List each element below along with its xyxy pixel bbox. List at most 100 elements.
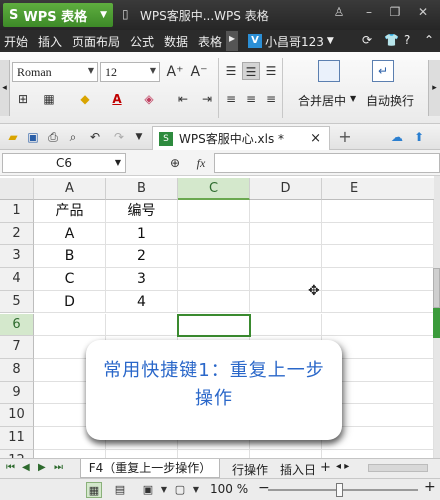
align-top-icon[interactable]: ☰ bbox=[222, 62, 240, 80]
font-color-icon[interactable]: A bbox=[108, 90, 126, 108]
grid-cell[interactable] bbox=[322, 245, 434, 269]
row-header[interactable]: 1 bbox=[0, 200, 34, 223]
close-window-icon[interactable]: ✕ bbox=[412, 5, 434, 23]
merge-center-icon[interactable] bbox=[318, 60, 340, 82]
wrap-text-icon[interactable]: ↵ bbox=[372, 60, 394, 82]
grid-cell[interactable] bbox=[34, 313, 106, 337]
reading-mode-icon[interactable]: ▢ bbox=[172, 482, 188, 498]
grid-cell[interactable] bbox=[178, 200, 250, 223]
skin-icon[interactable]: 👕 bbox=[384, 33, 399, 47]
document-tab[interactable]: S WPS客服中心.xls * × bbox=[152, 126, 330, 150]
grid-cell[interactable] bbox=[250, 313, 322, 337]
menu-data[interactable]: 数据 bbox=[164, 33, 188, 50]
row-header[interactable]: 6 bbox=[0, 313, 34, 337]
select-all-corner[interactable] bbox=[0, 178, 34, 200]
font-name-select[interactable]: Roman ▼ bbox=[12, 62, 98, 82]
chevron-down-icon[interactable]: ▼ bbox=[188, 482, 204, 498]
grid-cell[interactable] bbox=[250, 449, 322, 458]
row-header[interactable]: 2 bbox=[0, 222, 34, 246]
grid-cell[interactable] bbox=[106, 449, 178, 458]
grid-cell[interactable]: 产品 bbox=[34, 200, 106, 223]
column-header-e[interactable]: E bbox=[322, 178, 434, 200]
share-icon[interactable]: ⬆ bbox=[410, 128, 428, 146]
grid-cell[interactable] bbox=[322, 449, 434, 458]
grid-cell[interactable] bbox=[322, 268, 434, 291]
menu-scroll-right-icon[interactable]: ▸ bbox=[226, 31, 238, 51]
menu-formula[interactable]: 公式 bbox=[130, 33, 154, 50]
row-header[interactable]: 4 bbox=[0, 268, 34, 291]
grid-cell[interactable] bbox=[250, 200, 322, 223]
minimize-icon[interactable]: – bbox=[358, 5, 380, 23]
column-header-d[interactable]: D bbox=[250, 178, 322, 200]
indent-increase-icon[interactable]: ⇥ bbox=[198, 90, 216, 108]
normal-view-icon[interactable]: ▦ bbox=[86, 482, 102, 498]
align-left-icon[interactable]: ≡ bbox=[222, 90, 240, 108]
border-style-icon[interactable]: ▦ bbox=[40, 90, 58, 108]
search-function-icon[interactable]: ⊕ bbox=[166, 154, 184, 172]
new-tab-icon[interactable]: + bbox=[336, 128, 354, 146]
row-header[interactable]: 10 bbox=[0, 404, 34, 427]
grid-cell[interactable] bbox=[106, 313, 178, 337]
grid-cell[interactable] bbox=[178, 268, 250, 291]
grid-cell[interactable] bbox=[178, 290, 250, 314]
last-sheet-icon[interactable]: ⏭ bbox=[54, 462, 63, 473]
row-header[interactable]: 9 bbox=[0, 381, 34, 405]
zoom-slider[interactable] bbox=[268, 489, 418, 491]
insert-function-button[interactable]: fx bbox=[192, 154, 210, 172]
align-right-icon[interactable]: ≡ bbox=[262, 90, 280, 108]
print-preview-icon[interactable]: ⌕ bbox=[64, 128, 82, 146]
help-icon[interactable]: ? bbox=[404, 33, 410, 47]
grid-cell[interactable]: 2 bbox=[106, 245, 178, 269]
borders-icon[interactable]: ⊞ bbox=[14, 90, 32, 108]
grid-cell[interactable]: A bbox=[34, 222, 106, 246]
grid-cell[interactable]: D bbox=[34, 290, 106, 314]
grid-cell[interactable] bbox=[178, 222, 250, 246]
menu-table[interactable]: 表格 bbox=[198, 33, 222, 50]
grid-cell[interactable]: C bbox=[34, 268, 106, 291]
increase-font-icon[interactable]: A⁺ bbox=[166, 63, 184, 81]
align-center-icon[interactable]: ≡ bbox=[242, 90, 260, 108]
row-header[interactable]: 3 bbox=[0, 245, 34, 269]
clear-format-icon[interactable]: ◈ bbox=[140, 90, 158, 108]
zoom-slider-thumb[interactable] bbox=[336, 483, 343, 497]
sheet-tab-active[interactable]: F4（重复上一步操作） bbox=[80, 459, 220, 478]
app-menu-button[interactable]: S WPS 表格 ▼ bbox=[3, 3, 113, 27]
sync-icon[interactable]: ⟳ bbox=[362, 33, 372, 47]
grid-cell[interactable] bbox=[178, 245, 250, 269]
zoom-out-icon[interactable]: − bbox=[258, 480, 270, 496]
align-middle-icon[interactable]: ☰ bbox=[242, 62, 260, 80]
grid-cell[interactable]: 3 bbox=[106, 268, 178, 291]
first-sheet-icon[interactable]: ⏮ bbox=[6, 462, 15, 473]
row-header[interactable]: 7 bbox=[0, 336, 34, 359]
row-header[interactable]: 12 bbox=[0, 449, 34, 458]
menu-insert[interactable]: 插入 bbox=[38, 33, 62, 50]
grid-cell[interactable] bbox=[322, 290, 434, 314]
grid-cell[interactable] bbox=[250, 222, 322, 246]
merge-center-button[interactable]: 合并居中 bbox=[298, 92, 346, 109]
vertical-scroll-thumb[interactable] bbox=[433, 268, 440, 308]
decrease-font-icon[interactable]: A⁻ bbox=[190, 63, 208, 81]
collapse-ribbon-icon[interactable]: ⌃ bbox=[424, 33, 434, 47]
grid-cell[interactable]: B bbox=[34, 245, 106, 269]
next-sheet-icon[interactable]: ▶ bbox=[38, 462, 46, 473]
page-layout-view-icon[interactable]: ▤ bbox=[112, 482, 128, 498]
sheet-scroll-icon[interactable]: ◂ ▸ bbox=[336, 461, 349, 472]
indent-decrease-icon[interactable]: ⇤ bbox=[174, 90, 192, 108]
undo-icon[interactable]: ↶ bbox=[86, 128, 104, 146]
open-folder-icon[interactable]: ▰ bbox=[4, 128, 22, 146]
row-header[interactable]: 8 bbox=[0, 358, 34, 382]
redo-icon[interactable]: ↷ bbox=[110, 128, 128, 146]
ribbon-scroll-left-icon[interactable]: ◂ bbox=[0, 60, 10, 116]
grid-cell[interactable] bbox=[322, 313, 434, 337]
menu-page-layout[interactable]: 页面布局 bbox=[72, 33, 120, 50]
restore-icon[interactable]: ❐ bbox=[384, 5, 406, 23]
print-icon[interactable]: ⎙ bbox=[44, 128, 62, 146]
grid-cell[interactable] bbox=[322, 200, 434, 223]
name-box[interactable]: C6 ▼ bbox=[2, 153, 126, 173]
font-size-select[interactable]: 12 ▼ bbox=[100, 62, 160, 82]
formula-input[interactable] bbox=[214, 153, 440, 173]
wrap-text-button[interactable]: 自动换行 bbox=[366, 92, 414, 109]
grid-cell[interactable]: 4 bbox=[106, 290, 178, 314]
grid-cell[interactable] bbox=[322, 222, 434, 246]
grid-cell[interactable] bbox=[34, 449, 106, 458]
